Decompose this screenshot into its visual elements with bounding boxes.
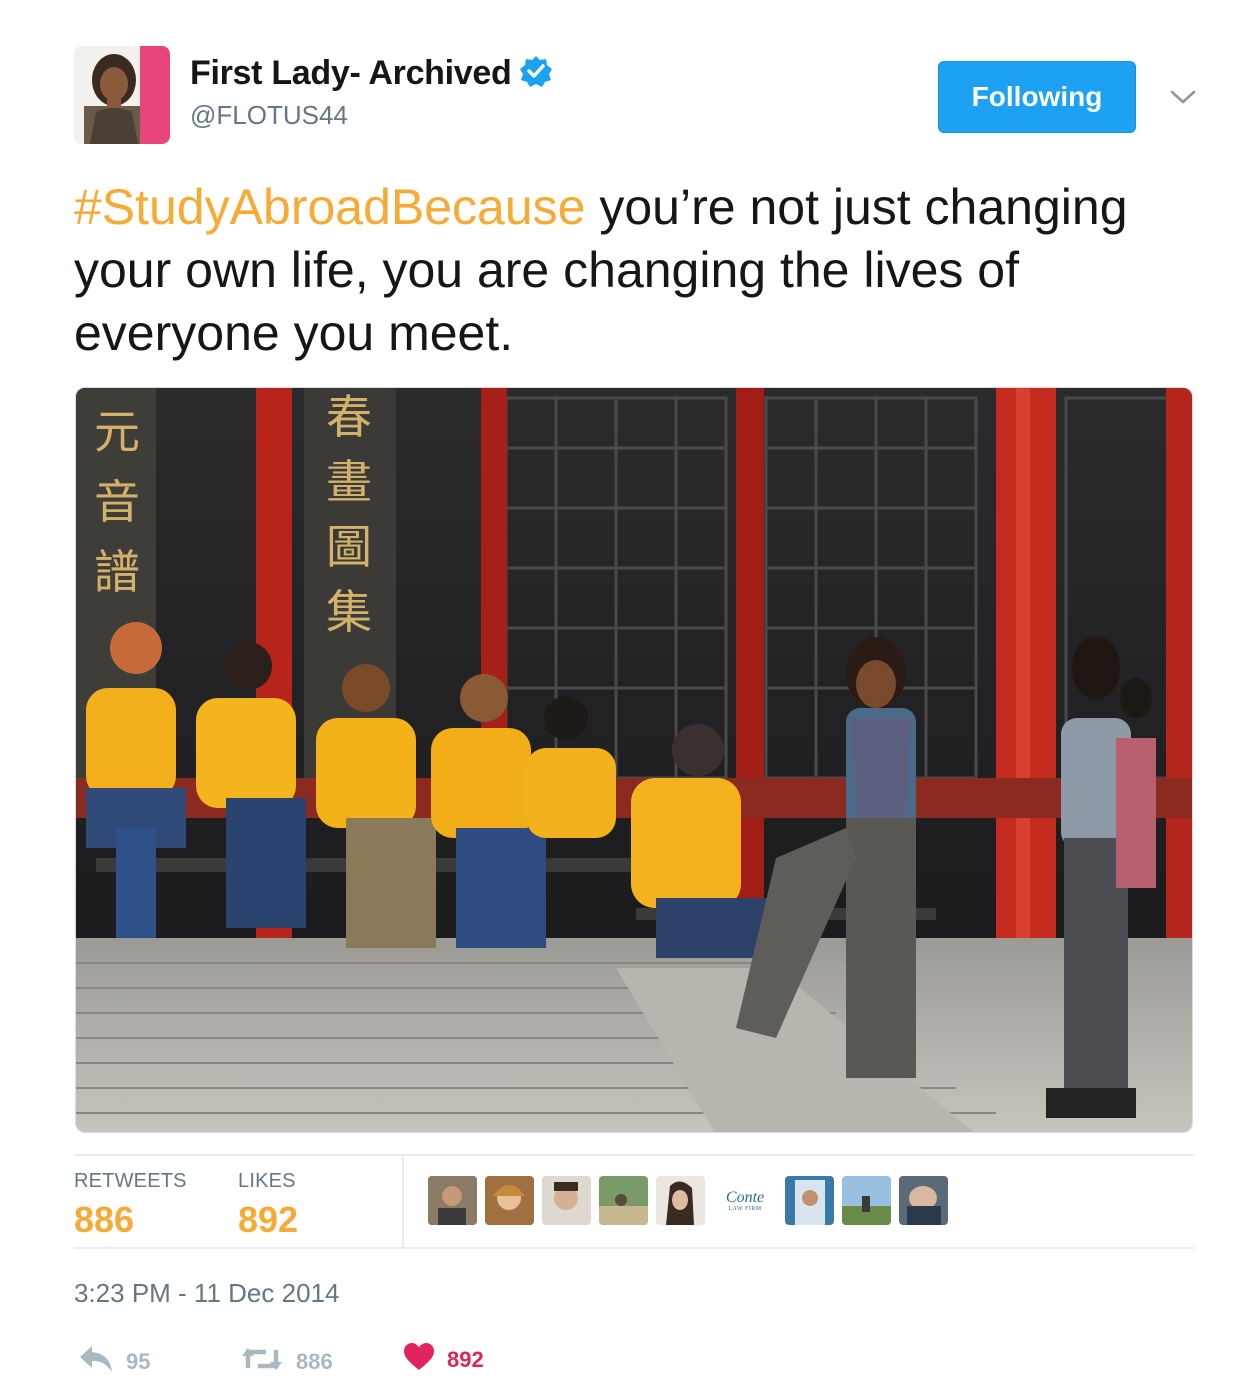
like-count: 892	[447, 1346, 484, 1372]
svg-text:畫: 畫	[326, 455, 372, 509]
retweet-count: 886	[296, 1348, 333, 1374]
tweet-photo[interactable]: 春畫圖集 元音譜	[75, 387, 1193, 1133]
retweet-action[interactable]: 886	[240, 1344, 333, 1379]
liker-avatar[interactable]	[785, 1176, 834, 1225]
tweet-text: #StudyAbroadBecause you’re not just chan…	[74, 176, 1194, 365]
like-action[interactable]: 892	[403, 1342, 484, 1377]
hashtag-link[interactable]: #StudyAbroadBecause	[74, 179, 585, 235]
svg-text:春: 春	[326, 390, 372, 444]
reply-icon	[78, 1344, 114, 1379]
author-name-row: First Lady- Archived	[190, 54, 553, 93]
liker-avatar[interactable]	[842, 1176, 891, 1225]
divider-top	[74, 1154, 1194, 1156]
liker-avatar[interactable]	[899, 1176, 948, 1225]
author-handle[interactable]: @FLOTUS44	[190, 100, 348, 131]
following-button[interactable]: Following	[938, 61, 1136, 133]
liker-avatar[interactable]	[485, 1176, 534, 1225]
liker-avatar[interactable]: Conte LAW FIRM	[713, 1176, 777, 1225]
likes-label: LIKES	[238, 1170, 296, 1192]
tweet-timestamp[interactable]: 3:23 PM - 11 Dec 2014	[74, 1278, 339, 1309]
liker-avatar[interactable]	[428, 1176, 477, 1225]
divider-bottom	[74, 1247, 1194, 1249]
retweets-value: 886	[74, 1199, 135, 1240]
svg-text:圖: 圖	[326, 520, 372, 574]
likes-stat[interactable]: LIKES 892	[238, 1170, 298, 1241]
author-display-name[interactable]: First Lady- Archived	[190, 54, 512, 93]
stats-vertical-divider	[402, 1157, 404, 1247]
svg-text:集: 集	[326, 585, 372, 639]
liker-avatar[interactable]	[542, 1176, 591, 1225]
heart-icon	[403, 1342, 435, 1377]
reply-action[interactable]: 95	[78, 1344, 150, 1379]
retweets-stat[interactable]: RETWEETS 886	[74, 1170, 187, 1241]
retweets-label: RETWEETS	[74, 1170, 187, 1192]
chevron-down-icon[interactable]	[1168, 82, 1198, 112]
svg-text:譜: 譜	[94, 545, 140, 599]
liker-badge-name: Conte	[725, 1188, 765, 1206]
liker-avatar[interactable]	[656, 1176, 705, 1225]
liker-avatar[interactable]	[599, 1176, 648, 1225]
retweet-icon	[240, 1344, 284, 1379]
svg-text:音: 音	[94, 475, 140, 529]
verified-badge-icon	[519, 54, 553, 93]
likes-value: 892	[238, 1199, 299, 1240]
liker-badge-sub: LAW FIRM	[728, 1205, 762, 1212]
reply-count: 95	[126, 1348, 151, 1374]
profile-avatar[interactable]	[74, 46, 170, 144]
svg-text:元: 元	[94, 405, 140, 459]
liker-avatars: Conte LAW FIRM	[428, 1176, 948, 1225]
